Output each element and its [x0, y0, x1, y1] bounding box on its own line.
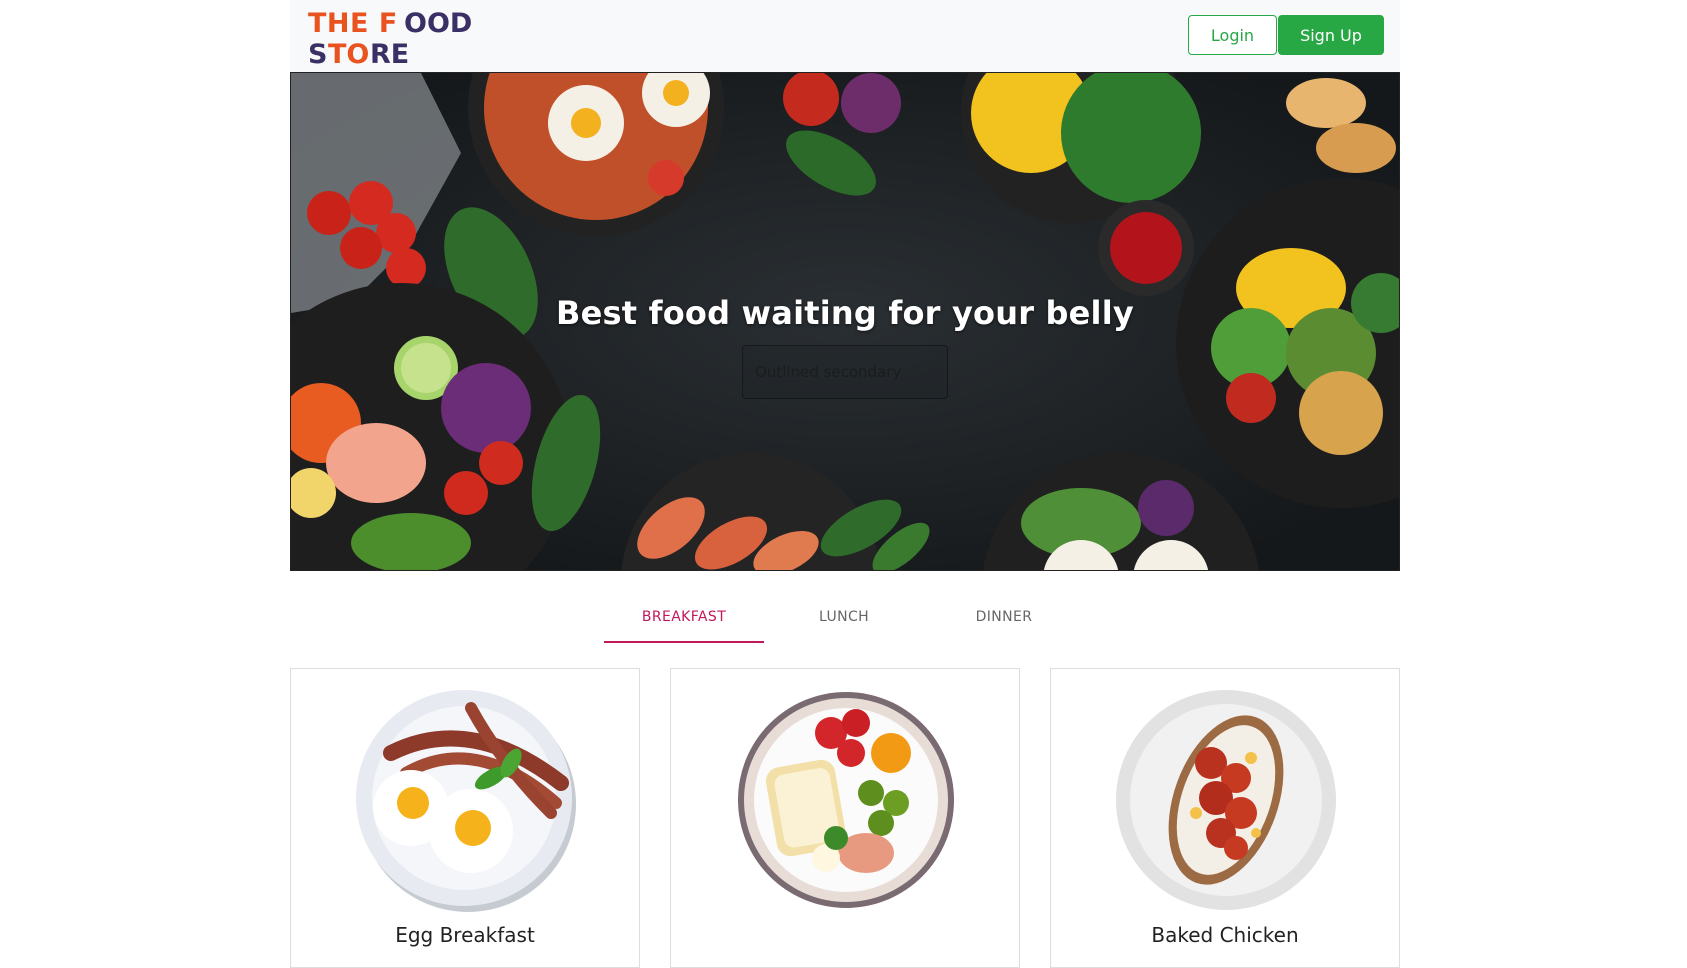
- meal-tabs: BREAKFAST LUNCH DINNER: [604, 590, 1084, 644]
- card-title: Egg Breakfast: [395, 923, 535, 947]
- food-image-egg-breakfast: [356, 690, 576, 912]
- hero-banner: Best food waiting for your belly Outline…: [290, 72, 1400, 571]
- card-title: Baked Chicken: [1151, 923, 1299, 947]
- signup-button[interactable]: Sign Up: [1278, 15, 1384, 55]
- svg-text:OOD: OOD: [404, 8, 472, 39]
- food-card[interactable]: Baked Chicken: [1050, 668, 1400, 968]
- tab-dinner[interactable]: DINNER: [924, 590, 1084, 644]
- food-image-fruit-breakfast: [738, 692, 954, 908]
- login-button[interactable]: Login: [1188, 15, 1277, 55]
- brand-logo[interactable]: THE F OOD S TO RE: [306, 6, 486, 66]
- active-tab-indicator: [604, 641, 764, 643]
- page-container: THE F OOD S TO RE Login Sign Up Best foo…: [290, 0, 1400, 968]
- svg-text:THE F: THE F: [308, 8, 398, 39]
- hero-search-input[interactable]: Outlined secondary: [742, 345, 948, 399]
- hero-title: Best food waiting for your belly: [556, 294, 1134, 332]
- svg-text:RE: RE: [370, 39, 409, 66]
- tab-lunch[interactable]: LUNCH: [764, 590, 924, 644]
- svg-text:S: S: [308, 39, 327, 66]
- tab-breakfast[interactable]: BREAKFAST: [604, 590, 764, 644]
- navbar: THE F OOD S TO RE Login Sign Up: [290, 0, 1400, 72]
- food-image-baked-chicken: [1116, 690, 1336, 910]
- svg-text:TO: TO: [328, 39, 369, 66]
- food-card[interactable]: [670, 668, 1020, 968]
- food-card[interactable]: Egg Breakfast: [290, 668, 640, 968]
